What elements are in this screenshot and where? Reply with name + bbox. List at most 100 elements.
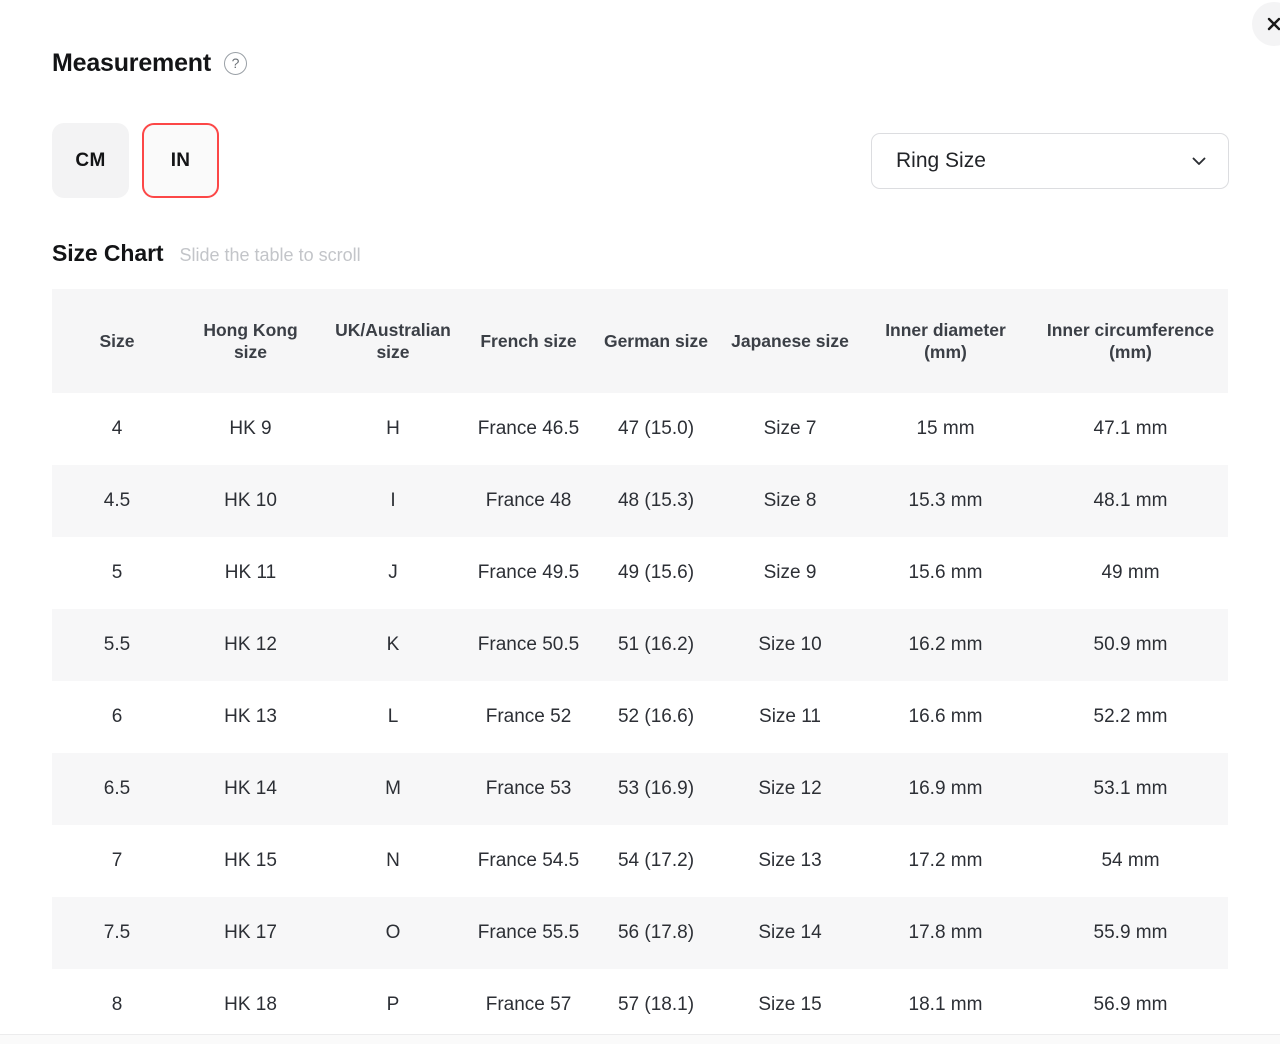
unit-button-in[interactable]: IN: [142, 123, 219, 198]
table-cell: Size 15: [758, 994, 822, 1016]
table-cell: Size 14: [758, 922, 822, 944]
table-row: 4 HK 9 H France 46.5 47 (15.0) Size 7 15 mm 47.…: [52, 393, 1228, 465]
table-cell: N: [386, 850, 400, 872]
table-cell: 15 mm: [916, 418, 975, 440]
help-circle-icon[interactable]: ?: [223, 52, 247, 76]
table-cell: France 50.5: [477, 634, 580, 656]
table-cell: L: [387, 706, 399, 728]
table-row: 4.5 HK 10 I France 48 48 (15.3) Size 8 15.3 mm…: [52, 465, 1228, 537]
table-cell: 53.1 mm: [1093, 778, 1168, 800]
table-cell: HK 10: [224, 490, 277, 512]
table-cell: 4.5: [103, 490, 131, 512]
table-cell: HK 15: [224, 850, 277, 872]
measurement-header: Measurement ?: [52, 49, 247, 78]
table-cell: 52.2 mm: [1093, 706, 1168, 728]
table-cell: Size 9: [763, 562, 817, 584]
table-cell: HK 12: [224, 634, 277, 656]
size-chart-hint: Slide the table to scroll: [179, 245, 361, 265]
table-cell: 15.6 mm: [908, 562, 983, 584]
size-type-dropdown[interactable]: Ring Size: [871, 133, 1229, 189]
table-cell: France 57: [485, 994, 572, 1016]
size-type-value: Ring Size: [896, 149, 986, 172]
size-chart-title: Size Chart: [52, 240, 164, 266]
unit-toggle-group: CM IN: [52, 123, 219, 198]
table-cell: 49 (15.6): [617, 562, 695, 584]
table-cell: Size 10: [758, 634, 822, 656]
table-cell: HK 18: [224, 994, 277, 1016]
table-cell: Size 12: [758, 778, 822, 800]
table-cell: 17.2 mm: [908, 850, 983, 872]
table-cell: 7: [111, 850, 123, 872]
table-cell: 54 mm: [1101, 850, 1160, 872]
table-cell: France 52: [485, 706, 572, 728]
table-header: Size Hong Kong size UK/Australian size Fren…: [52, 289, 1228, 393]
table-cell: HK 9: [229, 418, 272, 440]
table-cell: 17.8 mm: [908, 922, 983, 944]
table-cell: 51 (16.2): [617, 634, 695, 656]
table-row: 6 HK 13 L France 52 52 (16.6) Size 11 16.6 mm 5…: [52, 681, 1228, 753]
table-cell: France 53: [485, 778, 572, 800]
table-row: 5 HK 11 J France 49.5 49 (15.6) Size 9 15.6 mm…: [52, 537, 1228, 609]
table-cell: 8: [111, 994, 123, 1016]
table-cell: M: [385, 778, 401, 800]
unit-button-cm[interactable]: CM: [52, 123, 129, 198]
table-column-header: German size: [590, 289, 722, 393]
table-cell: 48.1 mm: [1093, 490, 1168, 512]
table-column-header: Inner circumference (mm): [1033, 289, 1228, 393]
table-row: 5.5 HK 12 K France 50.5 51 (16.2) Size 10 16.2…: [52, 609, 1228, 681]
table-column-header: UK/Australian size: [319, 289, 467, 393]
size-chart-header: Size Chart Slide the table to scroll: [52, 240, 361, 267]
table-row: 8 HK 18 P France 57 57 (18.1) Size 15 18.1 mm 5…: [52, 969, 1228, 1041]
table-cell: 5.5: [103, 634, 131, 656]
table-cell: 56.9 mm: [1093, 994, 1168, 1016]
table-cell: Size 11: [759, 706, 821, 728]
size-table-scroll-container[interactable]: Size Hong Kong size UK/Australian size Fren…: [52, 289, 1228, 1041]
table-cell: 48 (15.3): [617, 490, 695, 512]
table-cell: 55.9 mm: [1093, 922, 1168, 944]
table-cell: 16.6 mm: [908, 706, 983, 728]
close-glyph: [1267, 17, 1280, 31]
close-icon[interactable]: [1252, 2, 1280, 46]
table-row: 7.5 HK 17 O France 55.5 56 (17.8) Size 14 17.8…: [52, 897, 1228, 969]
table-cell: 4: [111, 418, 123, 440]
table-cell: J: [388, 562, 398, 584]
table-cell: 16.9 mm: [908, 778, 983, 800]
table-cell: 5: [111, 562, 123, 584]
size-chart-table: Size Hong Kong size UK/Australian size Fren…: [52, 289, 1228, 1041]
table-cell: Size 8: [763, 490, 817, 512]
table-cell: France 49.5: [477, 562, 580, 584]
table-cell: France 46.5: [477, 418, 580, 440]
table-cell: I: [390, 490, 396, 512]
size-guide-panel: Measurement ? CM IN Ring Size Size Chart…: [0, 0, 1280, 1044]
table-cell: Size 7: [763, 418, 817, 440]
page-title: Measurement: [52, 49, 211, 77]
table-cell: 53 (16.9): [617, 778, 695, 800]
chevron-down-icon: [1192, 157, 1206, 165]
table-cell: P: [386, 994, 400, 1016]
table-column-header: Inner diameter (mm): [858, 289, 1033, 393]
table-header-row: Size Hong Kong size UK/Australian size Fren…: [52, 289, 1228, 393]
table-cell: 47.1 mm: [1093, 418, 1168, 440]
table-cell: 57 (18.1): [617, 994, 695, 1016]
table-column-header: French size: [467, 289, 590, 393]
table-cell: HK 17: [224, 922, 277, 944]
table-cell: 54 (17.2): [617, 850, 695, 872]
table-cell: France 55.5: [477, 922, 580, 944]
table-cell: 52 (16.6): [617, 706, 695, 728]
table-cell: 56 (17.8): [617, 922, 695, 944]
table-cell: 47 (15.0): [617, 418, 695, 440]
table-cell: O: [385, 922, 401, 944]
table-cell: K: [386, 634, 400, 656]
table-cell: 7.5: [103, 922, 131, 944]
table-column-header: Hong Kong size: [182, 289, 319, 393]
table-cell: France 54.5: [477, 850, 580, 872]
table-column-header: Size: [52, 289, 182, 393]
table-cell: HK 11: [224, 562, 277, 584]
table-cell: 15.3 mm: [908, 490, 983, 512]
bottom-strip: [0, 1035, 1280, 1044]
table-cell: HK 13: [224, 706, 277, 728]
table-cell: 6.5: [103, 778, 131, 800]
table-cell: 18.1 mm: [908, 994, 983, 1016]
table-cell: 6: [111, 706, 123, 728]
table-cell: 49 mm: [1101, 562, 1160, 584]
